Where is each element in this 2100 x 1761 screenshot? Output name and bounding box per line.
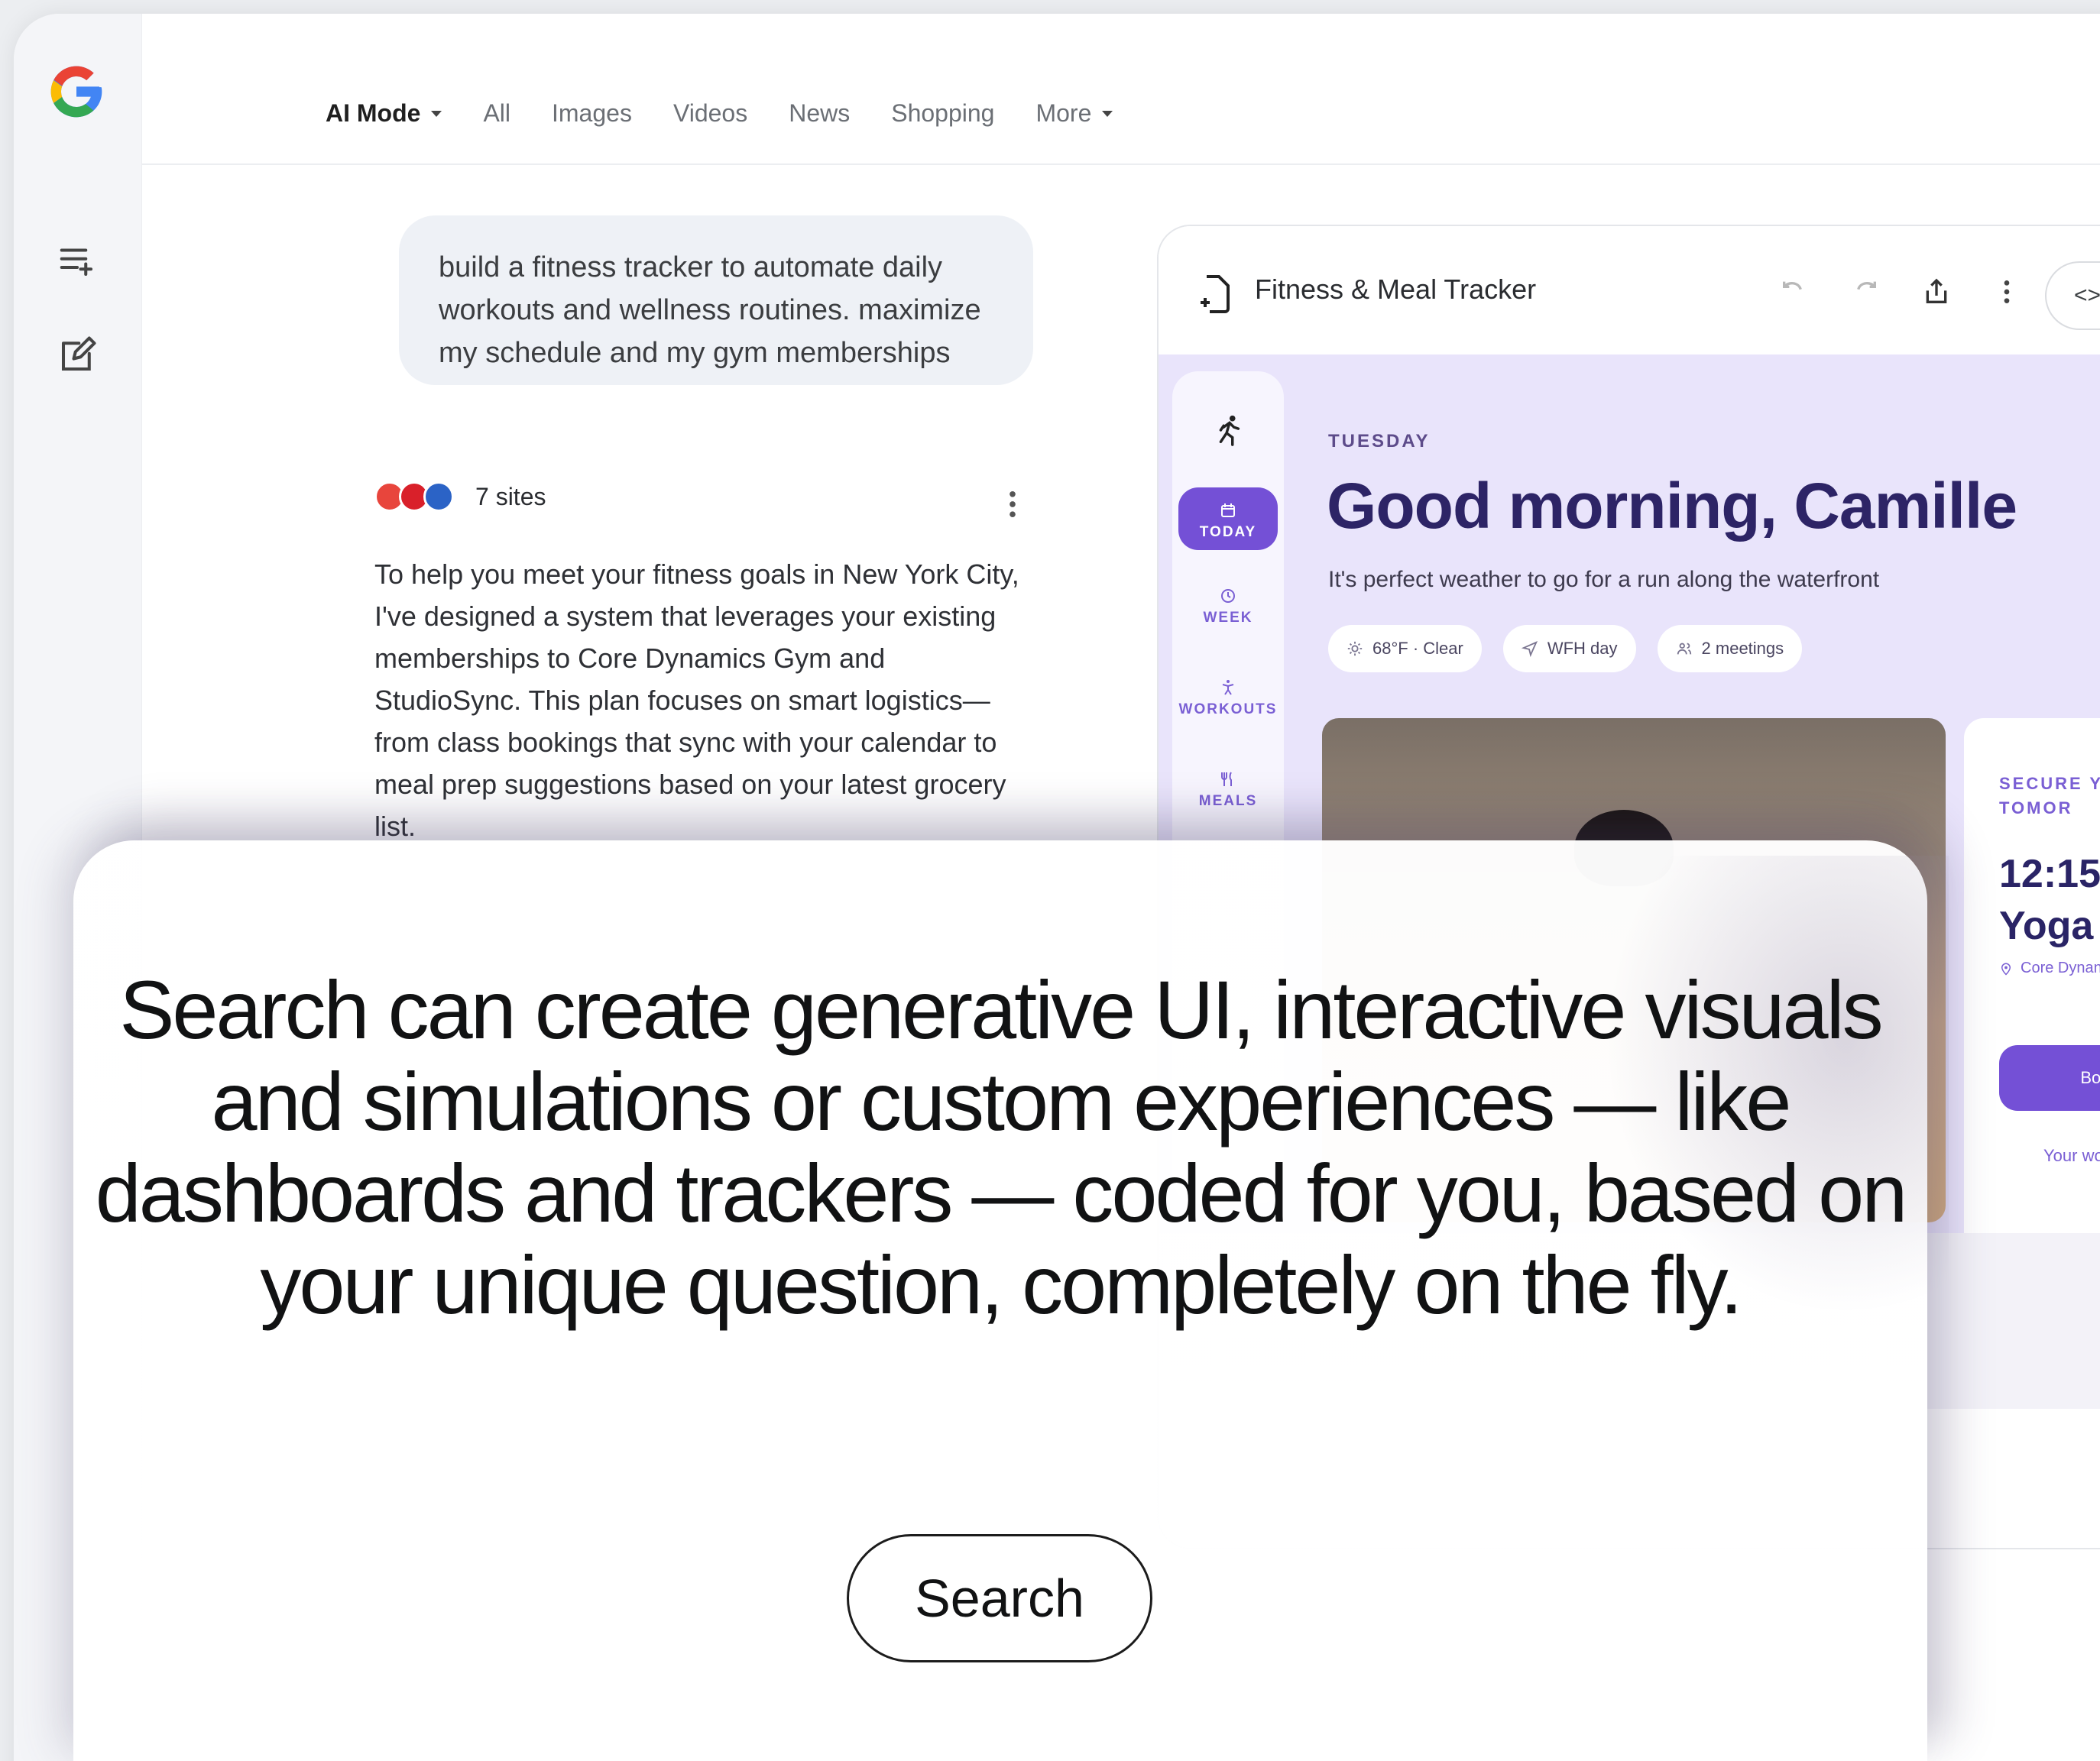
running-icon (1219, 415, 1240, 446)
nav-item-week[interactable]: WEEK (1178, 587, 1278, 626)
tab-news[interactable]: News (789, 99, 850, 128)
tab-label: News (789, 99, 851, 127)
class-name: Yoga F (1999, 904, 2100, 948)
tab-images[interactable]: Images (552, 99, 632, 128)
tab-label: Shopping (891, 99, 995, 127)
nav-item-today[interactable]: TODAY (1178, 487, 1278, 550)
location-label: Core Dynan (2021, 960, 2100, 976)
status-chips: 68°F · Clear WFH day 2 meetings (1328, 625, 1803, 672)
redo-icon[interactable] (1849, 277, 1880, 307)
sun-icon (1347, 641, 1363, 656)
day-label: TUESDAY (1328, 431, 1431, 452)
code-icon: <> (2074, 283, 2100, 308)
nav-label: MEALS (1198, 793, 1258, 809)
book-class-button[interactable]: Book c (1999, 1045, 2100, 1111)
tab-label: Images (552, 99, 632, 127)
chevron-down-icon (1102, 110, 1113, 117)
google-g-icon[interactable] (46, 61, 107, 122)
greeting-heading: Good morning, Camille (1327, 470, 2017, 542)
card-kicker: SECURE YOU FOR TOMOR (1999, 774, 2100, 817)
new-thread-icon[interactable] (57, 240, 98, 281)
tab-label: More (1035, 99, 1092, 127)
sources-row[interactable]: 7 sites (374, 481, 546, 512)
class-time: 12:15 F (1999, 852, 2100, 896)
chip-label: 2 meetings (1701, 639, 1784, 658)
workout-icon (1222, 680, 1234, 695)
weather-chip[interactable]: 68°F · Clear (1328, 625, 1482, 672)
view-code-button[interactable]: <> (2045, 261, 2100, 330)
tab-more[interactable]: More (1035, 99, 1113, 128)
nav-item-workouts[interactable]: WORKOUTS (1178, 678, 1278, 718)
tab-label: AI Mode (326, 99, 421, 127)
chevron-down-icon (431, 110, 442, 117)
search-tabs-bar: AI Mode All Images Videos News Shopping … (142, 14, 2100, 165)
calendar-icon (1221, 503, 1235, 517)
tracker-title: Fitness & Meal Tracker (1255, 274, 1537, 305)
meetings-chip[interactable]: 2 meetings (1657, 625, 1803, 672)
tracker-header: Fitness & Meal Tracker <> (1159, 226, 2100, 354)
location-pin-icon (2001, 963, 2011, 976)
more-vert-icon[interactable] (1991, 277, 2022, 307)
nav-label: WEEK (1203, 610, 1253, 626)
navigation-icon (1521, 640, 1538, 657)
nav-label: WORKOUTS (1178, 701, 1278, 717)
more-vert-icon[interactable] (1001, 487, 1024, 521)
tab-videos[interactable]: Videos (673, 99, 747, 128)
card-class-time: 12:15 F Yoga F (1999, 848, 2100, 952)
nav-item-meals[interactable]: MEALS (1178, 770, 1278, 810)
card-footnote: Your wo (2043, 1146, 2100, 1165)
search-button[interactable]: Search (847, 1534, 1152, 1662)
share-icon[interactable] (1921, 277, 1952, 307)
booking-card: SECURE YOU FOR TOMOR 12:15 F Yoga F Core… (1964, 718, 2100, 1253)
tab-all[interactable]: All (483, 99, 510, 128)
tab-label: Videos (672, 99, 748, 127)
greeting-subline: It's perfect weather to go for a run alo… (1328, 567, 1880, 592)
chip-label: 68°F · Clear (1372, 639, 1463, 658)
sources-count: 7 sites (475, 482, 546, 510)
card-location: Core Dynan (1999, 960, 2100, 977)
utensils-icon (1221, 772, 1232, 786)
tab-ai-mode[interactable]: AI Mode (326, 99, 442, 128)
site-favicon-icon (423, 481, 454, 512)
user-query-bubble: build a fitness tracker to automate dail… (399, 215, 1033, 385)
tab-shopping[interactable]: Shopping (891, 99, 994, 128)
tab-label: All (483, 99, 510, 127)
clock-icon (1221, 589, 1235, 603)
chip-label: WFH day (1547, 639, 1618, 658)
location-chip[interactable]: WFH day (1502, 625, 1636, 672)
promo-headline: Search can create generative UI, interac… (95, 963, 1908, 1331)
undo-icon[interactable] (1779, 277, 1810, 307)
app-file-icon (1201, 275, 1230, 313)
ai-answer-text: To help you meet your fitness goals in N… (374, 558, 1019, 842)
edit-icon[interactable] (57, 335, 98, 376)
people-icon (1677, 643, 1691, 655)
nav-label: TODAY (1199, 524, 1257, 540)
tabs: AI Mode All Images Videos News Shopping … (326, 99, 1154, 128)
